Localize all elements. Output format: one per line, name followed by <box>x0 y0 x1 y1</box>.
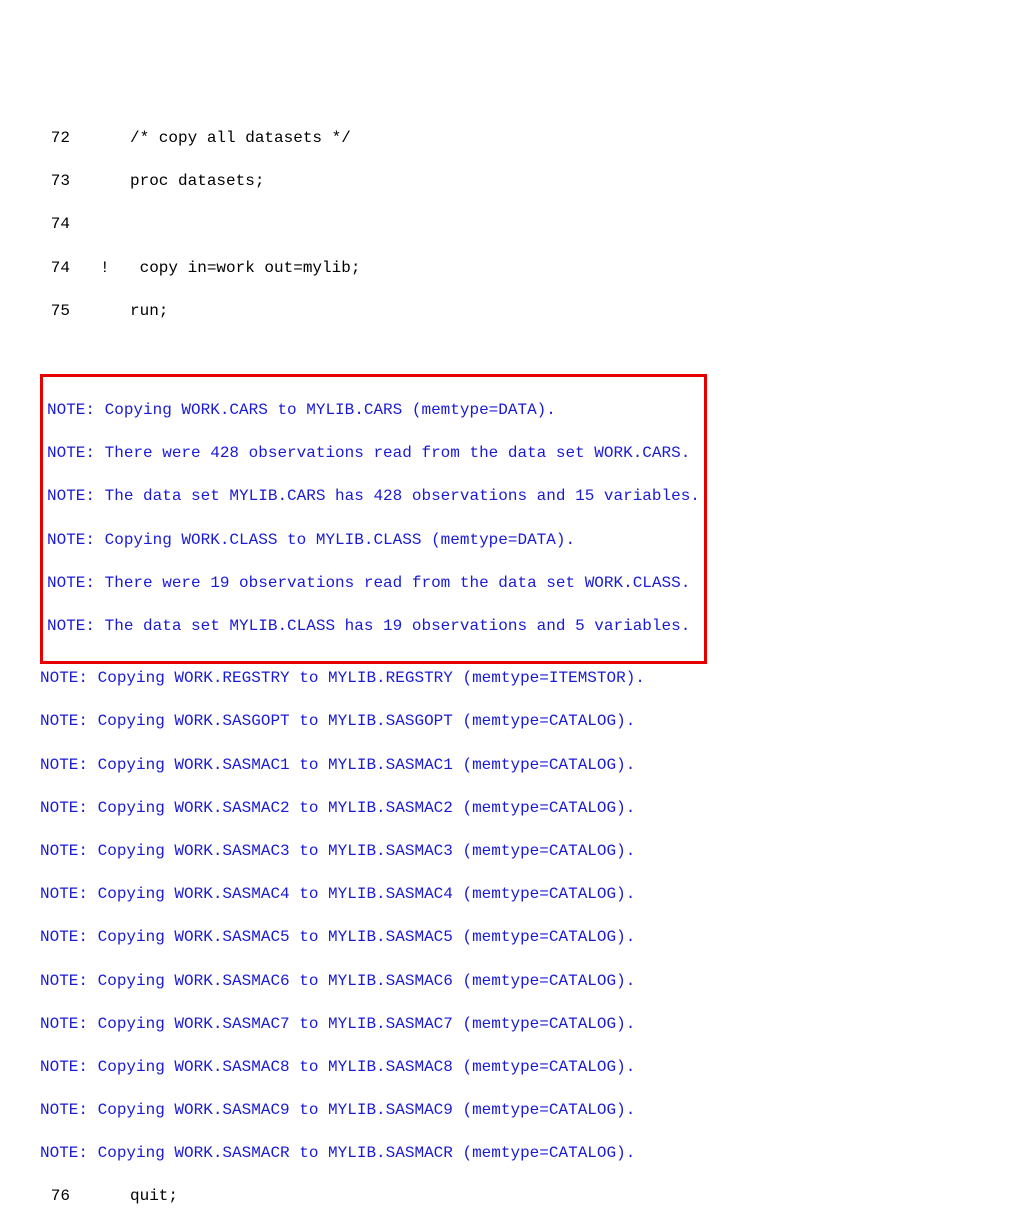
note-line: NOTE: Copying WORK.SASMAC8 to MYLIB.SASM… <box>40 1057 984 1079</box>
note-line: NOTE: Copying WORK.CLASS to MYLIB.CLASS … <box>47 530 700 552</box>
code-line: 74! copy in=work out=mylib; <box>40 258 984 280</box>
code-line: 72 /* copy all datasets */ <box>40 128 984 150</box>
code-line: 75 run; <box>40 301 984 323</box>
line-number: 73 <box>40 171 70 193</box>
bang-marker: ! <box>100 258 110 280</box>
note-line: NOTE: Copying WORK.SASMAC4 to MYLIB.SASM… <box>40 884 984 906</box>
code-text: run; <box>130 302 168 320</box>
line-number: 74 <box>40 258 70 280</box>
note-line: NOTE: There were 19 observations read fr… <box>47 573 700 595</box>
note-line: NOTE: The data set MYLIB.CLASS has 19 ob… <box>47 616 700 638</box>
line-number: 72 <box>40 128 70 150</box>
note-line: NOTE: Copying WORK.SASMAC6 to MYLIB.SASM… <box>40 971 984 993</box>
highlight-box: NOTE: Copying WORK.CARS to MYLIB.CARS (m… <box>40 374 707 665</box>
note-line: NOTE: Copying WORK.SASMACR to MYLIB.SASM… <box>40 1143 984 1165</box>
note-line: NOTE: Copying WORK.SASMAC5 to MYLIB.SASM… <box>40 927 984 949</box>
note-line: NOTE: Copying WORK.SASMAC2 to MYLIB.SASM… <box>40 798 984 820</box>
code-text: copy in=work out=mylib; <box>130 259 360 277</box>
note-line: NOTE: There were 428 observations read f… <box>47 443 700 465</box>
note-line: NOTE: Copying WORK.SASMAC1 to MYLIB.SASM… <box>40 755 984 777</box>
code-line: 74 <box>40 214 984 236</box>
code-text: /* copy all datasets */ <box>130 129 351 147</box>
note-line: NOTE: Copying WORK.SASMAC3 to MYLIB.SASM… <box>40 841 984 863</box>
code-line: 76 quit; <box>40 1186 984 1208</box>
line-number: 74 <box>40 214 70 236</box>
note-line: NOTE: Copying WORK.SASGOPT to MYLIB.SASG… <box>40 711 984 733</box>
log-container: 72 /* copy all datasets */ 73 proc dataset… <box>40 106 984 1214</box>
note-line: NOTE: Copying WORK.REGSTRY to MYLIB.REGS… <box>40 668 984 690</box>
note-line: NOTE: Copying WORK.CARS to MYLIB.CARS (m… <box>47 400 700 422</box>
line-number: 76 <box>40 1186 70 1208</box>
note-line: NOTE: Copying WORK.SASMAC9 to MYLIB.SASM… <box>40 1100 984 1122</box>
note-line: NOTE: The data set MYLIB.CARS has 428 ob… <box>47 486 700 508</box>
line-number: 75 <box>40 301 70 323</box>
code-text: proc datasets; <box>130 172 264 190</box>
code-text: quit; <box>130 1187 178 1205</box>
code-line: 73 proc datasets; <box>40 171 984 193</box>
note-line: NOTE: Copying WORK.SASMAC7 to MYLIB.SASM… <box>40 1014 984 1036</box>
